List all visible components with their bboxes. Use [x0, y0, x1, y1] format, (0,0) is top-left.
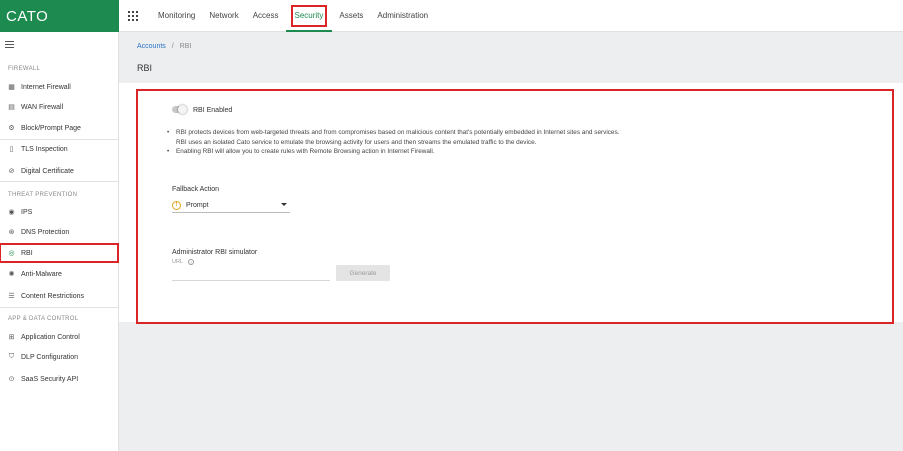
sidebar-item-saas-security-api[interactable]: ⊙ SaaS Security API — [0, 370, 118, 388]
target-icon: ◉ — [8, 209, 15, 216]
nav-network[interactable]: Network — [202, 0, 245, 32]
section-title-app-data-control: APP & DATA CONTROL — [8, 316, 79, 322]
menu-icon[interactable] — [5, 41, 14, 50]
wan-icon: ▤ — [8, 104, 15, 111]
sidebar-item-dlp-configuration[interactable]: ⛉ DLP Configuration — [0, 348, 118, 366]
sidebar-item-ips[interactable]: ◉ IPS — [0, 203, 118, 221]
logo-text: CATO — [6, 7, 49, 25]
sidebar-item-content-restrictions[interactable]: ☰ Content Restrictions — [0, 287, 118, 305]
sidebar-item-anti-malware[interactable]: ✺ Anti-Malware — [0, 265, 118, 283]
shield-icon: ⛉ — [8, 353, 15, 360]
generate-button[interactable]: Generate — [336, 265, 390, 281]
list-item: RBI uses an isolated Cato service to emu… — [176, 138, 537, 146]
url-input[interactable] — [172, 266, 330, 281]
help-icon[interactable]: ? — [188, 259, 195, 265]
gear-icon: ⚙ — [8, 125, 15, 132]
sidebar-item-dns-protection[interactable]: ⊛ DNS Protection — [0, 223, 118, 241]
nav-monitoring[interactable]: Monitoring — [151, 0, 202, 32]
sidebar-item-wan-firewall[interactable]: ▤ WAN Firewall — [0, 98, 118, 116]
nav-assets[interactable]: Assets — [332, 0, 370, 32]
firewall-icon: ▦ — [8, 84, 15, 91]
list-item: Enabling RBI will allow you to create ru… — [166, 147, 866, 157]
sidebar-item-tls-inspection[interactable]: ▯ TLS Inspection — [0, 140, 118, 158]
fallback-action-label: Fallback Action — [172, 186, 220, 193]
divider — [0, 181, 118, 182]
sidebar-item-internet-firewall[interactable]: ▦ Internet Firewall — [0, 78, 118, 96]
rbi-description-list: RBI protects devices from web-targeted t… — [166, 128, 866, 157]
section-title-firewall: FIREWALL — [8, 66, 41, 72]
dns-icon: ⊛ — [8, 229, 15, 236]
simulator-label: Administrator RBI simulator — [172, 249, 258, 256]
breadcrumb-current: RBI — [179, 43, 192, 50]
bug-icon: ✺ — [8, 271, 15, 278]
chevron-down-icon — [281, 203, 287, 206]
sidebar: FIREWALL ▦ Internet Firewall ▤ WAN Firewal… — [0, 32, 119, 451]
logo[interactable]: CATO — [0, 0, 119, 32]
rbi-enabled-toggle[interactable] — [172, 105, 187, 114]
divider — [0, 307, 118, 308]
fallback-action-value: Prompt — [186, 201, 209, 209]
fallback-action-select[interactable]: ! Prompt — [172, 198, 290, 213]
section-title-threat-prevention: THREAT PREVENTION — [8, 192, 78, 198]
nav-security[interactable]: Security — [285, 0, 333, 32]
app-control-icon: ⊞ — [8, 334, 15, 341]
sidebar-item-digital-certificate[interactable]: ⊘ Digital Certificate — [0, 162, 118, 180]
saas-icon: ⊙ — [8, 376, 15, 383]
sidebar-item-rbi[interactable]: ◎ RBI — [0, 243, 119, 263]
nav-administration[interactable]: Administration — [370, 0, 435, 32]
sidebar-item-application-control[interactable]: ⊞ Application Control — [0, 328, 118, 346]
app-grid-icon[interactable] — [128, 10, 138, 21]
breadcrumb-separator: / — [171, 43, 174, 50]
list-icon: ☰ — [8, 293, 15, 300]
check-circle-icon: ⊘ — [8, 168, 15, 175]
breadcrumb-accounts-link[interactable]: Accounts — [137, 43, 166, 50]
list-item: RBI protects devices from web-targeted t… — [166, 128, 866, 138]
rbi-enabled-label: RBI Enabled — [193, 107, 233, 114]
nav-access[interactable]: Access — [246, 0, 286, 32]
document-icon: ▯ — [9, 146, 14, 153]
url-label: URL ? — [172, 259, 195, 265]
sidebar-item-block-prompt-page[interactable]: ⚙ Block/Prompt Page — [0, 119, 118, 137]
top-navigation: Monitoring Network Access Security Asset… — [119, 0, 903, 32]
warning-icon: ! — [172, 200, 181, 210]
page-title: RBI — [137, 63, 153, 73]
breadcrumb: Accounts / RBI — [137, 43, 191, 50]
rbi-icon: ◎ — [8, 250, 15, 257]
